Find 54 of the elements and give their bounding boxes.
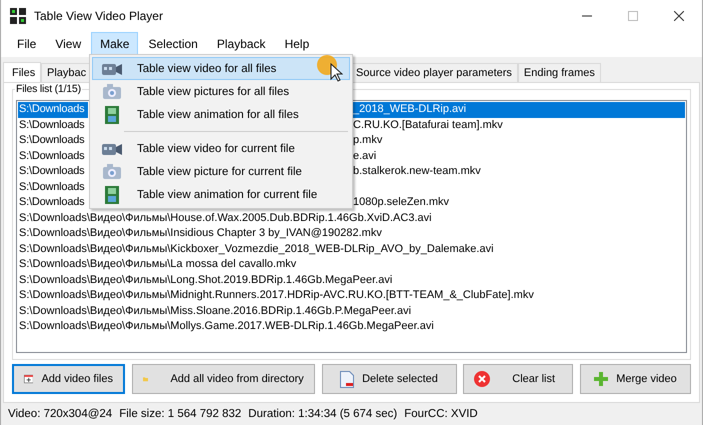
close-icon[interactable] — [674, 10, 684, 20]
app-icon — [10, 8, 26, 24]
tab[interactable]: Files — [3, 62, 41, 83]
delete-file-icon — [340, 370, 354, 388]
status-text: File size: 1 564 792 832 — [119, 408, 242, 420]
file-list-item[interactable]: _2018_WEB-DLRip.avi — [353, 102, 685, 118]
menu-item[interactable]: File — [8, 32, 46, 56]
action-button[interactable]: Add video files — [12, 364, 125, 394]
action-button[interactable]: Clear list — [463, 364, 574, 394]
tab[interactable]: Playbac — [41, 63, 91, 82]
file-list-item[interactable]: S:\Downloads — [18, 195, 88, 210]
file-list-item[interactable]: S:\Downloads — [18, 102, 88, 118]
menu-item[interactable]: Selection — [139, 32, 207, 56]
file-list-item[interactable]: 1080p.seleZen.mkv — [353, 195, 685, 210]
file-list-item[interactable]: S:\Downloads — [18, 133, 88, 148]
menu-item[interactable]: Help — [276, 32, 318, 56]
file-list-item[interactable]: b.stalkerok.new-team.mkv — [353, 164, 685, 180]
status-text: Video: 720x304@24 — [8, 408, 112, 420]
add-file-icon — [24, 372, 34, 386]
tab[interactable]: Source video player parameters — [351, 63, 518, 82]
menu-entry[interactable]: Table view animation for all files — [92, 103, 350, 126]
menu-entry[interactable]: Table view animation for current file — [92, 183, 350, 206]
menu-item[interactable]: View — [46, 32, 90, 56]
file-list-item[interactable]: S:\Downloads\Видео\Фильмы\Midnight.Runners.2017.HDRip-AVC.RU.KO.[BTT-TEAM_&_ClubFate].mkv — [18, 288, 685, 304]
action-button[interactable]: Add all video from directory — [132, 364, 315, 394]
menu-entry[interactable]: Table view picture for current file — [92, 160, 350, 183]
action-button[interactable]: Merge video — [580, 364, 691, 394]
file-list-item[interactable]: p.mkv — [353, 133, 685, 148]
menu-entry[interactable]: Table view video for current file — [92, 137, 350, 160]
file-list-item[interactable]: S:\Downloads\Видео\Фильмы\Miss.Sloane.2016.BDRip.1.46Gb.P.MegaPeer.avi — [18, 304, 685, 319]
file-list-item[interactable]: S:\Downloads — [18, 118, 88, 133]
clear-icon — [474, 371, 490, 387]
menu-entry[interactable]: Table view pictures for all files — [92, 80, 350, 103]
file-list-item[interactable]: C.RU.KO.[Batafurai team].mkv — [353, 118, 685, 133]
status-text: FourCC: XVID — [404, 408, 478, 420]
file-list-item[interactable]: S:\Downloads — [18, 148, 88, 164]
file-list-item[interactable]: S:\Downloads\Видео\Фильмы\Insidious Chapter 3 by_IVAN@190282.mkv — [18, 226, 685, 242]
file-list-item[interactable]: S:\Downloads\Видео\Фильмы\Long.Shot.2019.BDRip.1.46Gb.MegaPeer.avi — [18, 272, 685, 288]
menu-item[interactable]: Playback — [208, 32, 275, 56]
file-list-item[interactable]: S:\Downloads\Видео\Фильмы\Kickboxer_Vozmezdie_2018_WEB-DLRip_AVO_by_Dalemake.avi — [18, 242, 685, 257]
plus-icon — [594, 372, 608, 386]
action-button[interactable]: Delete selected — [322, 364, 456, 394]
menu-entry[interactable]: Table view video for all files — [92, 57, 350, 80]
group-title: Files list (1/15) — [15, 83, 82, 95]
window-title: Table View Video Player — [34, 8, 163, 22]
file-list-item[interactable]: S:\Downloads\Видео\Фильмы\La mossa del cavallo.mkv — [18, 257, 685, 272]
file-list-item[interactable]: S:\Downloads\Видео\Фильмы\Mollys.Game.2017.WEB-DLRip.1.46Gb.MegaPeer.avi — [18, 319, 685, 334]
status-text: Duration: 1:34:34 (5 674 sec) — [248, 408, 398, 420]
file-list-item[interactable]: S:\Downloads\Видео\Фильмы\House.of.Wax.2005.Dub.BDRip.1.46Gb.XviD.AC3.avi — [18, 210, 685, 226]
file-list-item[interactable]: e.avi — [353, 148, 685, 164]
tab[interactable]: Ending frames — [518, 63, 601, 82]
file-list-item[interactable]: S:\Downloads — [18, 180, 88, 195]
file-list-item[interactable]: S:\Downloads — [18, 164, 88, 180]
menu-item[interactable]: Make — [91, 32, 138, 56]
